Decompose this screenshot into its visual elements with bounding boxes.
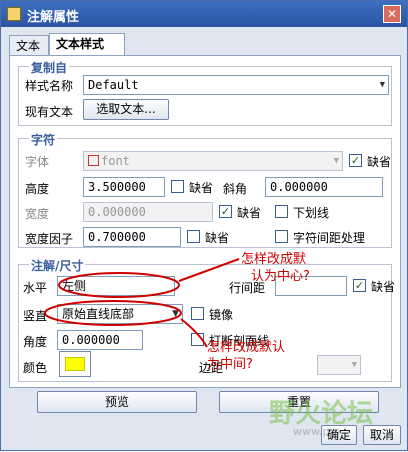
font-label: 字体 (25, 155, 50, 169)
font-value: font (101, 154, 130, 168)
height-label: 高度 (25, 182, 50, 196)
font-default-label: 缺省 (367, 155, 392, 169)
width-factor-default-label: 缺省 (205, 231, 230, 245)
width-factor-input[interactable]: 0.700000 (83, 227, 181, 247)
style-name-label: 样式名称 (25, 79, 74, 93)
checkmark-icon: ✓ (219, 205, 232, 218)
width-label: 宽度 (25, 207, 50, 221)
underline-label: 下划线 (293, 206, 330, 220)
horizontal-label: 水平 (23, 281, 48, 295)
window-app-icon (7, 7, 21, 21)
slant-label: 斜角 (223, 182, 248, 196)
font-select[interactable]: font ▼ (83, 151, 343, 171)
font-glyph-icon (88, 155, 99, 166)
note-properties-dialog: 注解属性 ✕ 文本 文本样式 复制自 样式名称 Default ▼ 现有文本 选… (0, 0, 408, 451)
character-title: 字符 (29, 131, 58, 148)
width-default-label: 缺省 (237, 206, 262, 220)
chevron-down-icon: ▼ (379, 80, 385, 90)
tab-text[interactable]: 文本 (9, 35, 49, 55)
chevron-down-icon: ▼ (172, 309, 179, 319)
window-title: 注解属性 (27, 10, 80, 25)
width-input[interactable]: 0.000000 (83, 202, 213, 222)
style-name-value: Default (88, 78, 139, 92)
chevron-down-icon: ▼ (351, 360, 357, 370)
margin-select[interactable]: ▼ (317, 355, 361, 375)
style-name-select[interactable]: Default ▼ (83, 75, 389, 95)
horizontal-select[interactable]: 左侧 (57, 276, 175, 296)
vertical-label: 竖直 (23, 309, 48, 323)
watermark-url: www.pro (293, 425, 341, 438)
line-spacing-default-label: 缺省 (371, 280, 396, 294)
color-label: 颜色 (23, 361, 48, 375)
text-color-swatch[interactable] (59, 351, 91, 377)
question2-annotation: 怎样改成默认 为中间? (207, 340, 286, 372)
vertical-select[interactable]: 原始直线底部 ▼ (57, 304, 183, 324)
question1-annotation: 怎样改成默 认为中心? (241, 252, 310, 284)
note-size-title: 注解/尺寸 (29, 257, 86, 274)
checkmark-icon: ✓ (349, 154, 362, 167)
title-bar[interactable]: 注解属性 ✕ (1, 1, 407, 27)
width-factor-label: 宽度因子 (25, 232, 74, 246)
close-icon[interactable]: ✕ (383, 5, 401, 23)
select-text-button[interactable]: 选取文本... (83, 99, 169, 120)
height-input[interactable]: 3.500000 (83, 177, 165, 197)
character-group: 字符 字体 font ▼ ✓ 缺省 高度 3.500000 缺省 斜角 0.00… (18, 131, 392, 248)
chevron-down-icon: ▼ (333, 156, 339, 166)
existing-text-label: 现有文本 (25, 105, 74, 119)
text-style-panel: 复制自 样式名称 Default ▼ 现有文本 选取文本... 字符 字体 fo… (9, 55, 401, 388)
note-size-group: 注解/尺寸 水平 左侧 行间距 ✓ 缺省 竖直 原始直线底部 ▼ 镜像 角度 0… (18, 257, 396, 382)
mirror-label: 镜像 (209, 308, 234, 322)
copy-from-title: 复制自 (29, 59, 70, 76)
tab-text-style[interactable]: 文本样式 (49, 33, 125, 55)
checkmark-icon: ✓ (353, 279, 366, 292)
char-spacing-label: 字符间距处理 (293, 231, 366, 245)
height-default-label: 缺省 (189, 181, 214, 195)
preview-button[interactable]: 预览 (37, 391, 197, 413)
copy-from-group: 复制自 样式名称 Default ▼ 现有文本 选取文本... (18, 59, 392, 126)
angle-input[interactable]: 0.000000 (57, 330, 143, 350)
slant-input[interactable]: 0.000000 (265, 177, 383, 197)
angle-label: 角度 (23, 335, 48, 349)
vertical-value: 原始直线底部 (62, 307, 135, 321)
